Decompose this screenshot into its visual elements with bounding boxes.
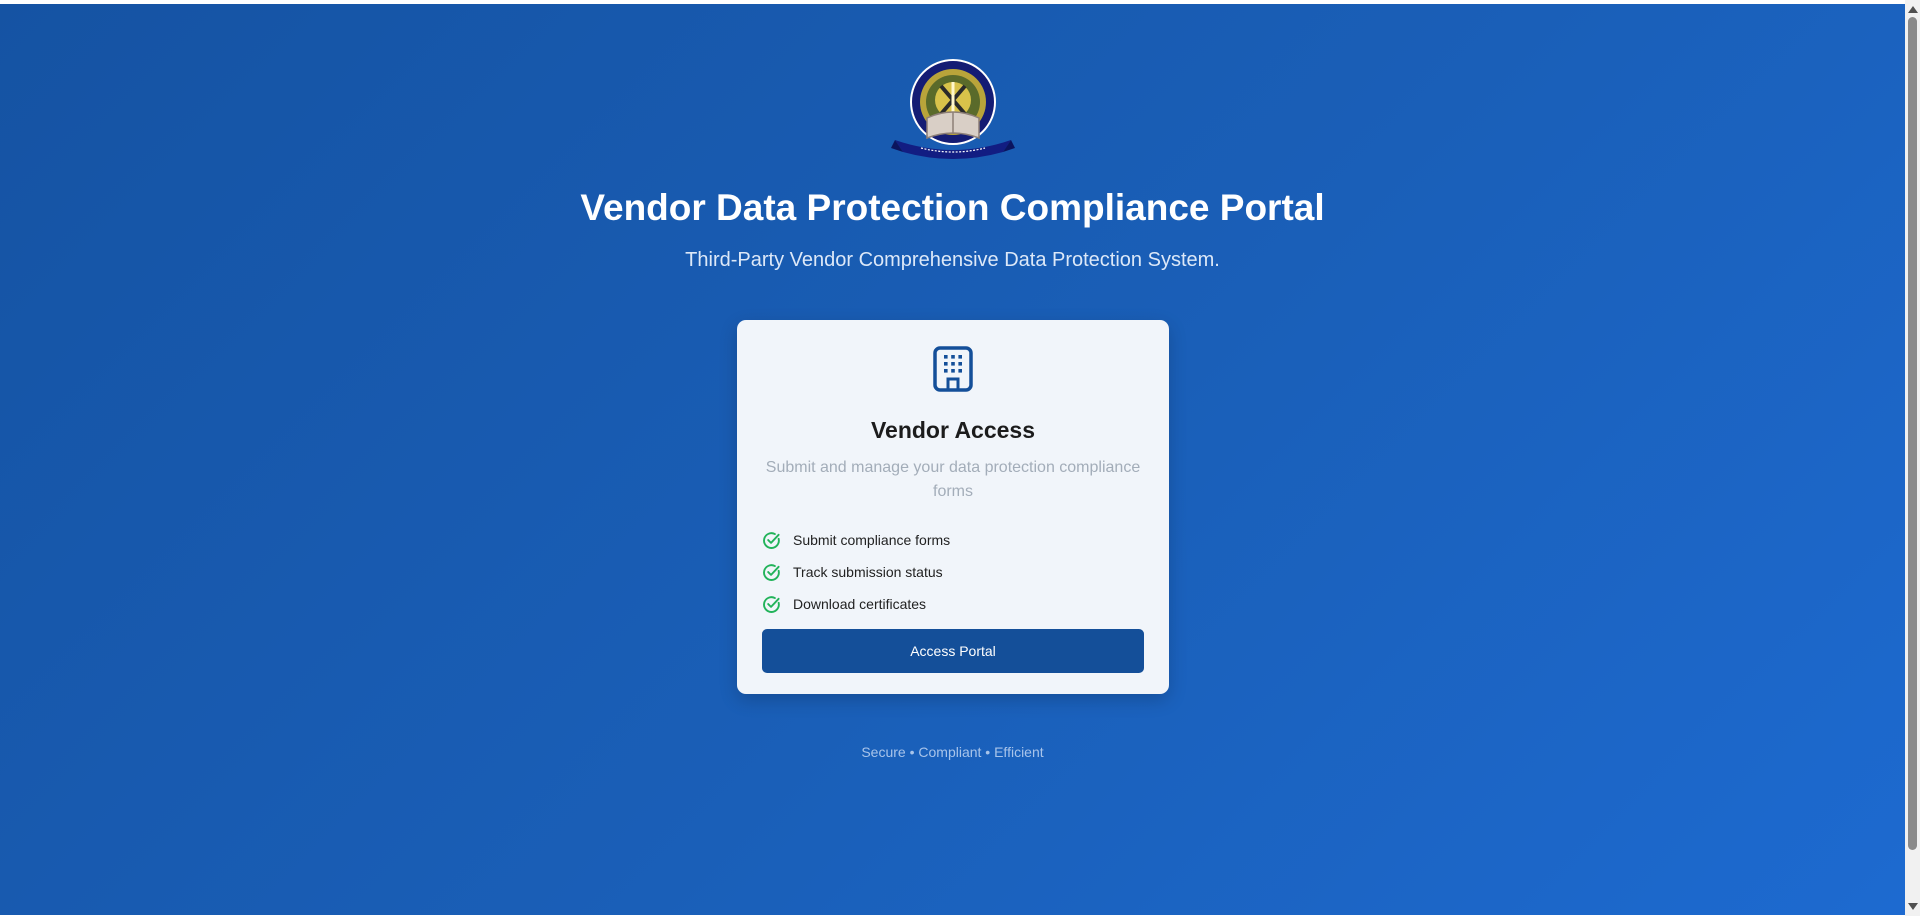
access-portal-button[interactable]: Access Portal <box>762 629 1144 673</box>
vertical-scrollbar[interactable] <box>1905 0 1920 916</box>
feature-label: Track submission status <box>793 564 943 580</box>
scroll-up-icon[interactable] <box>1908 6 1918 13</box>
feature-list: Submit compliance forms Track submission… <box>762 524 1142 620</box>
page-title: Vendor Data Protection Compliance Portal <box>580 187 1325 228</box>
check-circle-icon <box>763 531 780 549</box>
university-logo-icon <box>891 59 1015 159</box>
feature-item-submit: Submit compliance forms <box>762 524 1142 556</box>
feature-item-track: Track submission status <box>762 556 1142 588</box>
vendor-access-card: Vendor Access Submit and manage your dat… <box>737 320 1169 694</box>
feature-label: Submit compliance forms <box>793 532 951 548</box>
check-circle-icon <box>763 595 780 613</box>
check-circle-icon <box>763 563 780 581</box>
card-title: Vendor Access <box>870 417 1036 443</box>
feature-item-download: Download certificates <box>762 588 1142 620</box>
building-icon <box>933 346 973 392</box>
card-description: Submit and manage your data protection c… <box>765 459 1141 500</box>
footer-tagline: Secure • Compliant • Efficient <box>861 744 1044 760</box>
feature-label: Download certificates <box>793 596 927 612</box>
page-subtitle: Third-Party Vendor Comprehensive Data Pr… <box>685 249 1220 271</box>
scroll-down-icon[interactable] <box>1908 903 1918 910</box>
scrollbar-thumb[interactable] <box>1908 17 1917 850</box>
page-background: Vendor Data Protection Compliance Portal… <box>0 4 1905 915</box>
